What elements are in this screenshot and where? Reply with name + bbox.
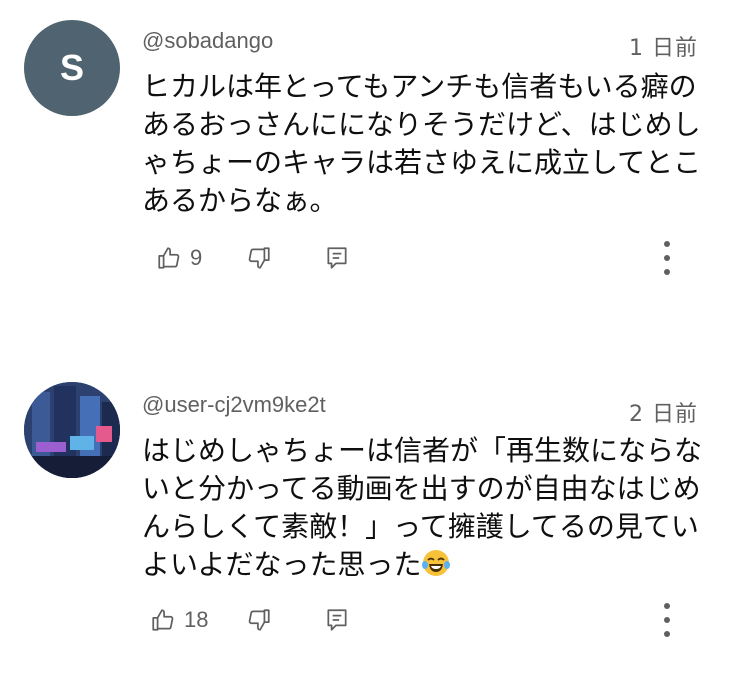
thumb-up-icon xyxy=(158,247,180,269)
reply-icon xyxy=(327,609,347,631)
like-count: 9 xyxy=(190,245,203,270)
dislike-button[interactable] xyxy=(246,238,272,278)
avatar-photo-image xyxy=(24,382,120,478)
tears-of-joy-emoji-icon xyxy=(422,550,451,576)
like-button[interactable]: 18 xyxy=(150,600,208,640)
avatar[interactable]: S xyxy=(24,20,120,116)
comment-text: はじめしゃちょーは信者が「再生数にならないと分かってる動画を出すのが自由なはじめ… xyxy=(142,432,712,584)
comment-author[interactable]: @user-cj2vm9ke2t xyxy=(142,392,326,418)
thumb-up-icon xyxy=(152,609,174,631)
comment-actions: 9 xyxy=(142,238,702,278)
more-options-button[interactable] xyxy=(652,238,682,278)
like-button[interactable]: 9 xyxy=(156,238,202,278)
more-options-button[interactable] xyxy=(652,600,682,640)
reply-button[interactable] xyxy=(324,600,350,640)
comment-actions: 18 xyxy=(142,600,702,640)
reply-icon xyxy=(327,247,347,269)
more-vert-icon xyxy=(664,241,670,275)
comment-text: ヒカルは年とってもアンチも信者もいる癖のあるおっさんにになりそうだけど、はじめし… xyxy=(142,70,702,217)
dislike-button[interactable] xyxy=(246,600,272,640)
thumb-down-icon xyxy=(248,609,270,631)
more-vert-icon xyxy=(664,603,670,637)
comment-author[interactable]: @sobadango xyxy=(142,28,273,54)
like-count: 18 xyxy=(184,607,209,632)
comment-date[interactable]: 1 日前 xyxy=(629,30,698,62)
comment-date[interactable]: 2 日前 xyxy=(629,396,698,428)
thumb-down-icon xyxy=(248,247,270,269)
avatar[interactable] xyxy=(24,382,120,478)
reply-button[interactable] xyxy=(324,238,350,278)
avatar-letter: S xyxy=(59,47,84,88)
